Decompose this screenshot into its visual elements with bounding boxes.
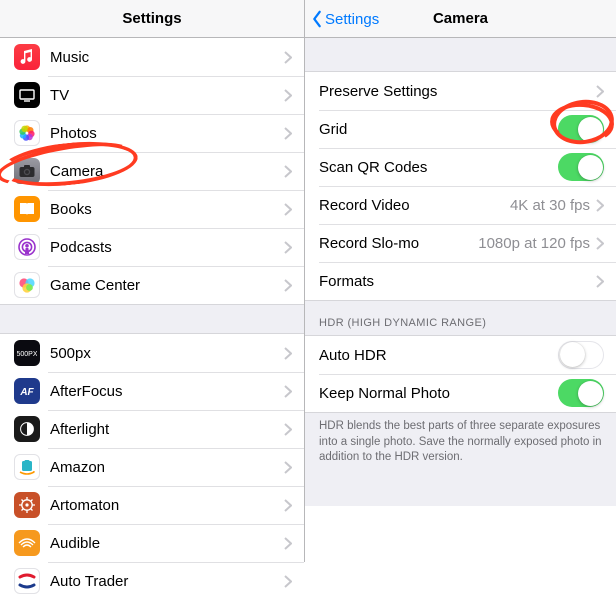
chevron-right-icon (284, 241, 292, 254)
chevron-right-icon (284, 537, 292, 550)
settings-row-amazon[interactable]: Amazon (0, 448, 304, 486)
auto-hdr-toggle[interactable] (558, 341, 604, 369)
settings-navbar: Settings (0, 0, 304, 38)
record-slomo-label: Record Slo-mo (319, 235, 478, 252)
chevron-right-icon (596, 275, 604, 288)
camera-pane: Settings Camera Preserve Settings Grid S… (305, 0, 616, 562)
camera-icon (14, 158, 40, 184)
row-label: 500px (50, 345, 284, 362)
camera-title: Camera (433, 10, 488, 27)
chevron-right-icon (284, 575, 292, 588)
hdr-header: HDR (HIGH DYNAMIC RANGE) (305, 300, 616, 336)
chevron-right-icon (284, 499, 292, 512)
record-slomo-value: 1080p at 120 fps (478, 235, 590, 252)
keep-normal-label: Keep Normal Photo (319, 385, 558, 402)
back-label: Settings (325, 11, 379, 28)
row-label: Amazon (50, 459, 284, 476)
settings-row-500px[interactable]: 500PX 500px (0, 334, 304, 372)
row-label: Camera (50, 163, 284, 180)
record-video-row[interactable]: Record Video 4K at 30 fps (305, 186, 616, 224)
keep-normal-toggle[interactable] (558, 379, 604, 407)
settings-row-gamecenter[interactable]: Game Center (0, 266, 304, 304)
row-label: Game Center (50, 277, 284, 294)
row-label: Audible (50, 535, 284, 552)
chevron-right-icon (596, 237, 604, 250)
chevron-right-icon (284, 347, 292, 360)
chevron-right-icon (284, 127, 292, 140)
chevron-right-icon (284, 165, 292, 178)
chevron-right-icon (596, 199, 604, 212)
chevron-right-icon (284, 423, 292, 436)
hdr-footnote: HDR blends the best parts of three separ… (305, 412, 616, 506)
settings-row-afterlight[interactable]: Afterlight (0, 410, 304, 448)
gamecenter-icon (14, 272, 40, 298)
tv-icon (14, 82, 40, 108)
afterlight-icon (14, 416, 40, 442)
chevron-right-icon (596, 85, 604, 98)
photos-icon (14, 120, 40, 146)
settings-row-photos[interactable]: Photos (0, 114, 304, 152)
row-label: Artomaton (50, 497, 284, 514)
back-button[interactable]: Settings (311, 0, 379, 38)
row-label: TV (50, 87, 284, 104)
settings-title: Settings (122, 10, 181, 27)
camera-navbar: Settings Camera (305, 0, 616, 38)
chevron-right-icon (284, 385, 292, 398)
scan-qr-toggle[interactable] (558, 153, 604, 181)
svg-text:AF: AF (19, 387, 34, 398)
afterfocus-icon: AF (14, 378, 40, 404)
auto-hdr-label: Auto HDR (319, 347, 558, 364)
group-divider (0, 304, 304, 334)
settings-row-tv[interactable]: TV (0, 76, 304, 114)
settings-row-audible[interactable]: Audible (0, 524, 304, 562)
chevron-left-icon (311, 10, 323, 28)
row-label: Books (50, 201, 284, 218)
settings-row-podcasts[interactable]: Podcasts (0, 228, 304, 266)
row-label: Music (50, 49, 284, 66)
record-video-label: Record Video (319, 197, 510, 214)
row-label: Auto Trader (50, 573, 284, 590)
chevron-right-icon (284, 279, 292, 292)
formats-row[interactable]: Formats (305, 262, 616, 300)
settings-pane: Settings Music TV Photos Camera Books Podcas… (0, 0, 305, 562)
chevron-right-icon (284, 89, 292, 102)
keep-normal-row: Keep Normal Photo (305, 374, 616, 412)
row-label: Afterlight (50, 421, 284, 438)
hdr-header-label: HDR (HIGH DYNAMIC RANGE) (319, 317, 486, 329)
row-label: AfterFocus (50, 383, 284, 400)
audible-icon (14, 530, 40, 556)
settings-row-camera[interactable]: Camera (0, 152, 304, 190)
preserve-settings-row[interactable]: Preserve Settings (305, 72, 616, 110)
settings-row-music[interactable]: Music (0, 38, 304, 76)
preserve-settings-label: Preserve Settings (319, 83, 596, 100)
grid-label: Grid (319, 121, 558, 138)
music-icon (14, 44, 40, 70)
settings-row-afterfocus[interactable]: AF AfterFocus (0, 372, 304, 410)
settings-row-artomaton[interactable]: Artomaton (0, 486, 304, 524)
artomaton-icon (14, 492, 40, 518)
scan-qr-row: Scan QR Codes (305, 148, 616, 186)
settings-row-books[interactable]: Books (0, 190, 304, 228)
chevron-right-icon (284, 51, 292, 64)
auto-hdr-row: Auto HDR (305, 336, 616, 374)
scan-qr-label: Scan QR Codes (319, 159, 558, 176)
spacer (305, 38, 616, 72)
formats-label: Formats (319, 273, 596, 290)
grid-toggle[interactable] (558, 115, 604, 143)
500px-icon: 500PX (14, 340, 40, 366)
grid-row: Grid (305, 110, 616, 148)
record-video-value: 4K at 30 fps (510, 197, 590, 214)
row-label: Podcasts (50, 239, 284, 256)
autotrader-icon (14, 568, 40, 594)
row-label: Photos (50, 125, 284, 142)
podcasts-icon (14, 234, 40, 260)
books-icon (14, 196, 40, 222)
svg-text:500PX: 500PX (17, 351, 37, 358)
chevron-right-icon (284, 203, 292, 216)
chevron-right-icon (284, 461, 292, 474)
settings-row-autotrader[interactable]: Auto Trader (0, 562, 304, 600)
record-slomo-row[interactable]: Record Slo-mo 1080p at 120 fps (305, 224, 616, 262)
amazon-icon (14, 454, 40, 480)
